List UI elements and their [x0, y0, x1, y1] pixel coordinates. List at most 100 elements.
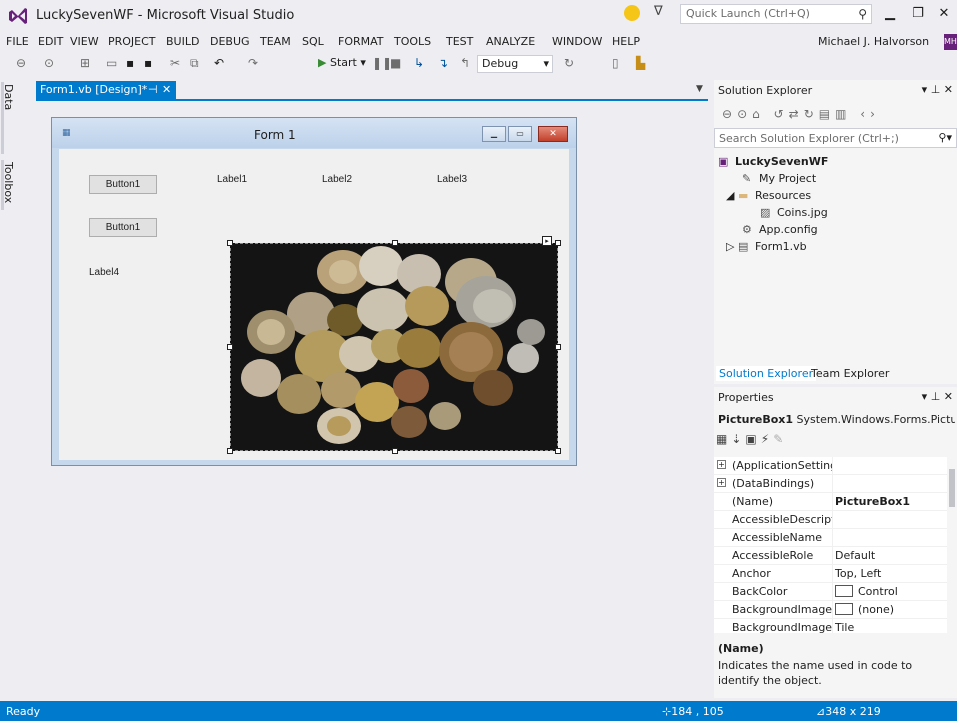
- step-out-icon[interactable]: ↰: [460, 56, 470, 70]
- cut-icon[interactable]: ✂: [170, 56, 180, 70]
- property-row[interactable]: BackColor Control: [714, 583, 947, 601]
- property-row[interactable]: AccessibleName: [714, 529, 947, 547]
- step-into-icon[interactable]: ↴: [438, 56, 448, 70]
- property-pages-icon[interactable]: ✎: [773, 432, 787, 446]
- menu-format[interactable]: FORMAT: [338, 35, 384, 48]
- label3-control[interactable]: Label3: [437, 174, 467, 185]
- property-row[interactable]: BackgroundImage (none): [714, 601, 947, 619]
- menu-window[interactable]: WINDOW: [552, 35, 602, 48]
- property-value[interactable]: Tile: [835, 621, 854, 633]
- home-icon[interactable]: ⌂: [752, 107, 765, 121]
- navigate-forward-icon[interactable]: ⊙: [44, 56, 54, 70]
- sync-icon[interactable]: ⇄: [789, 107, 804, 121]
- property-row[interactable]: + (ApplicationSettings: [714, 457, 947, 475]
- property-row[interactable]: + (DataBindings): [714, 475, 947, 493]
- tree-item-my-project[interactable]: ✎ My Project: [742, 172, 816, 185]
- resize-handle-sw[interactable]: [227, 448, 233, 454]
- label4-control[interactable]: Label4: [89, 267, 119, 278]
- tab-team-explorer[interactable]: Team Explorer: [808, 366, 892, 381]
- toolbox-icon[interactable]: ▙: [636, 56, 645, 70]
- panel-options-icon[interactable]: ▾: [922, 390, 928, 403]
- property-row[interactable]: (Name) PictureBox1: [714, 493, 947, 511]
- navigate-back-icon[interactable]: ⊖: [16, 56, 26, 70]
- categorized-icon[interactable]: ▦: [716, 432, 731, 446]
- property-row[interactable]: BackgroundImageLaTile: [714, 619, 947, 633]
- step-over-icon[interactable]: ↳: [414, 56, 424, 70]
- find-in-files-icon[interactable]: ▯: [612, 56, 619, 70]
- menu-sql[interactable]: SQL: [302, 35, 324, 48]
- data-sources-tab[interactable]: Data Sources: [0, 82, 15, 154]
- view-code-icon[interactable]: ‹›: [860, 107, 880, 121]
- button1-control[interactable]: Button1: [89, 175, 157, 194]
- label2-control[interactable]: Label2: [322, 174, 352, 185]
- smart-tag-icon[interactable]: ▸: [542, 236, 552, 246]
- history-icon[interactable]: ↺: [774, 107, 789, 121]
- menu-team[interactable]: TEAM: [260, 35, 291, 48]
- tab-list-dropdown-icon[interactable]: ▼: [696, 84, 703, 94]
- attach-icon[interactable]: ↻: [564, 56, 574, 70]
- property-value[interactable]: (none): [835, 603, 894, 616]
- resize-handle-nw[interactable]: [227, 240, 233, 246]
- panel-options-icon[interactable]: ▾: [922, 83, 928, 96]
- feedback-smiley-icon[interactable]: [624, 5, 640, 21]
- quick-launch-input[interactable]: Quick Launch (Ctrl+Q) ⚲: [680, 4, 872, 24]
- close-icon[interactable]: ✕: [944, 390, 953, 403]
- redo-icon[interactable]: ↷: [248, 56, 258, 70]
- tab-solution-explorer[interactable]: Solution Explorer: [716, 366, 817, 381]
- property-value[interactable]: PictureBox1: [835, 495, 910, 508]
- tree-item-form1[interactable]: ▷ ▤ Form1.vb: [726, 240, 807, 253]
- new-project-icon[interactable]: ⊞: [80, 56, 90, 70]
- resize-handle-w[interactable]: [227, 344, 233, 350]
- events-icon[interactable]: ⚡: [761, 432, 773, 446]
- resize-handle-n[interactable]: [392, 240, 398, 246]
- tree-item-resources[interactable]: ◢ ▬ Resources: [726, 189, 811, 202]
- menu-project[interactable]: PROJECT: [108, 35, 156, 48]
- signed-in-user-name[interactable]: Michael J. Halvorson: [818, 35, 929, 48]
- maximize-button[interactable]: ❐: [905, 3, 931, 25]
- solution-search-input[interactable]: Search Solution Explorer (Ctrl+;) ⚲▾: [714, 128, 957, 148]
- solution-configuration-select[interactable]: Debug ▾: [477, 55, 553, 73]
- back-icon[interactable]: ⊖: [722, 107, 737, 121]
- save-all-icon[interactable]: ▪: [144, 56, 152, 70]
- tree-item-project[interactable]: ▣ LuckySevenWF: [718, 155, 828, 168]
- menu-analyze[interactable]: ANALYZE: [486, 35, 535, 48]
- property-row[interactable]: Anchor Top, Left: [714, 565, 947, 583]
- close-button[interactable]: ✕: [931, 3, 957, 25]
- save-icon[interactable]: ▪: [126, 56, 134, 70]
- minimize-button[interactable]: ▁: [877, 3, 903, 25]
- resize-handle-e[interactable]: [555, 344, 561, 350]
- menu-file[interactable]: FILE: [6, 35, 29, 48]
- alphabetical-icon[interactable]: ⇣: [731, 432, 745, 446]
- label1-control[interactable]: Label1: [217, 174, 247, 185]
- tree-item-coins-jpg[interactable]: ▨ Coins.jpg: [760, 206, 828, 219]
- tab-form1-design[interactable]: Form1.vb [Design]* ⊣ ✕: [36, 81, 176, 99]
- properties-icon[interactable]: ▣: [745, 432, 760, 446]
- menu-build[interactable]: BUILD: [166, 35, 199, 48]
- picturebox1-control[interactable]: [230, 243, 558, 451]
- collapse-all-icon[interactable]: ▤: [819, 107, 835, 121]
- user-avatar[interactable]: MH: [944, 34, 957, 50]
- expand-icon[interactable]: +: [717, 460, 726, 469]
- tree-item-app-config[interactable]: ⚙ App.config: [742, 223, 818, 236]
- menu-help[interactable]: HELP: [612, 35, 640, 48]
- toolbox-tab[interactable]: Toolbox: [1, 160, 15, 210]
- menu-tools[interactable]: TOOLS: [394, 35, 431, 48]
- pin-icon[interactable]: ⊥: [931, 83, 941, 96]
- stop-icon[interactable]: ■: [390, 56, 401, 70]
- property-row[interactable]: AccessibleDescriptic: [714, 511, 947, 529]
- expand-icon[interactable]: +: [717, 478, 726, 487]
- close-icon[interactable]: ✕: [944, 83, 953, 96]
- show-all-files-icon[interactable]: ▥: [835, 107, 851, 121]
- close-tab-icon[interactable]: ✕: [162, 83, 171, 96]
- property-value[interactable]: Top, Left: [835, 567, 881, 580]
- start-debugging-button[interactable]: ▶ Start ▾: [318, 56, 366, 69]
- forward-icon[interactable]: ⊙: [737, 107, 752, 121]
- property-value[interactable]: Default: [835, 549, 875, 562]
- scrollbar-thumb[interactable]: [949, 469, 955, 507]
- notifications-flag-icon[interactable]: ∇: [654, 4, 663, 19]
- pin-icon[interactable]: ⊥: [931, 390, 941, 403]
- menu-edit[interactable]: EDIT: [38, 35, 63, 48]
- menu-test[interactable]: TEST: [446, 35, 473, 48]
- property-value[interactable]: Control: [835, 585, 898, 598]
- resize-handle-s[interactable]: [392, 448, 398, 454]
